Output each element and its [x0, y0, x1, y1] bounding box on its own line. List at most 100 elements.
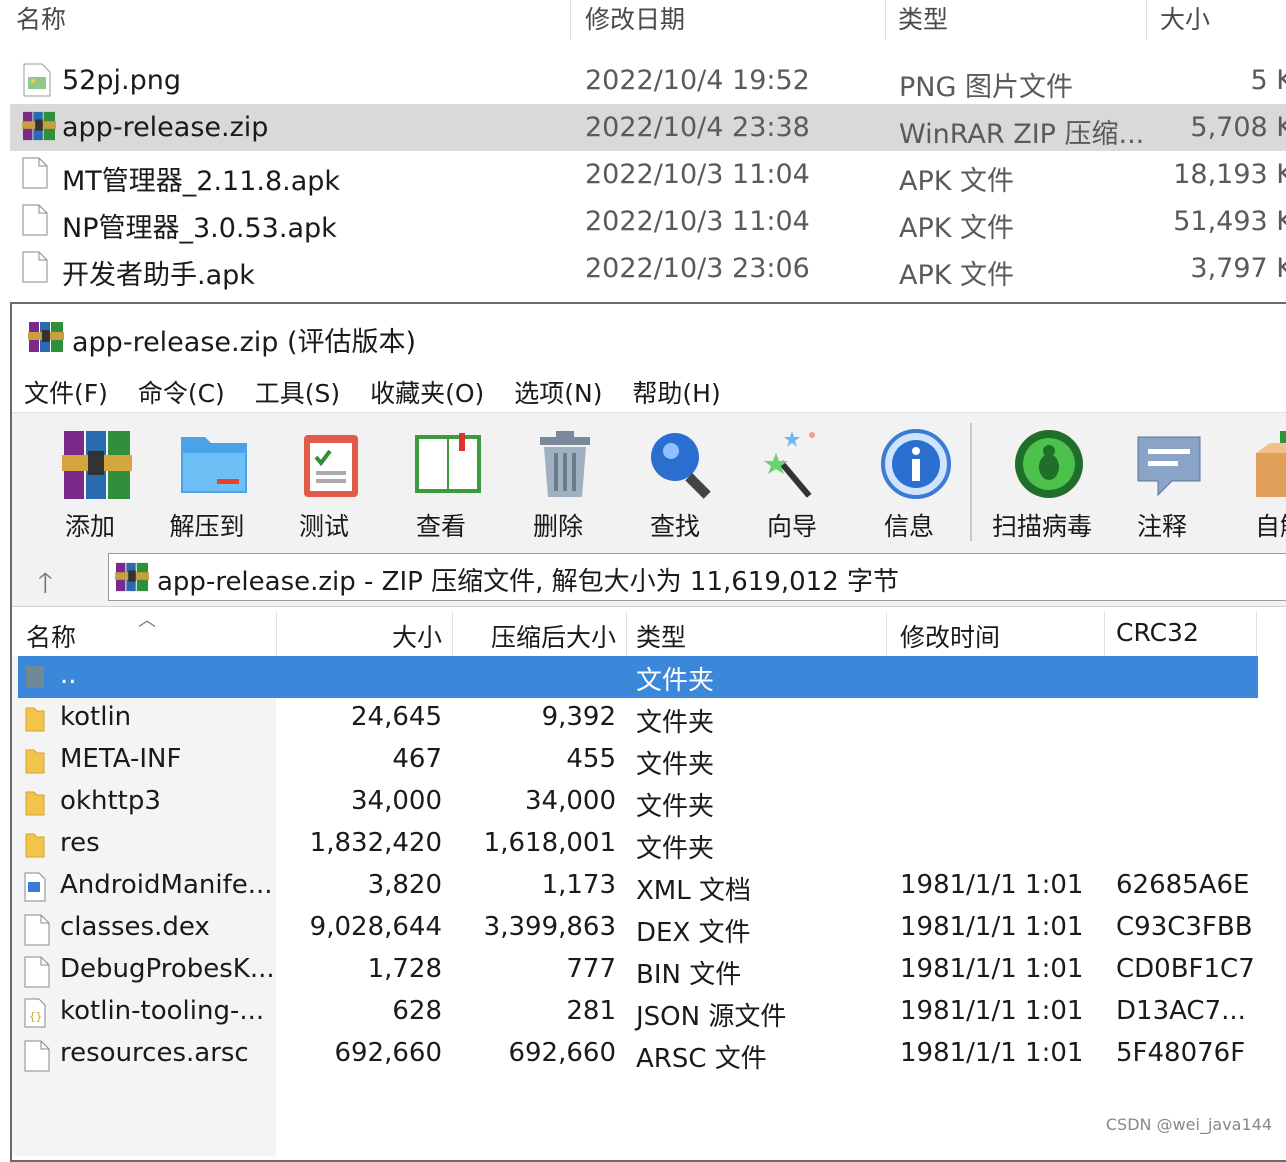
- explorer-size: 5,708 K: [1190, 112, 1286, 143]
- toolbar-label: 查看: [415, 512, 466, 541]
- explorer-type: PNG 图片文件: [899, 72, 1073, 103]
- toolbar-button-extract-folder[interactable]: 解压到: [151, 421, 263, 541]
- toolbar-label: 扫描病毒: [991, 512, 1092, 541]
- find-magnifier-icon: [645, 427, 719, 501]
- explorer-col-date[interactable]: 修改日期: [585, 0, 685, 36]
- comment-icon: [1132, 427, 1206, 501]
- archive-type: BIN 文件: [636, 960, 742, 990]
- toolbar-label: 信息: [883, 512, 934, 541]
- toolbar-label: 向导: [766, 512, 817, 541]
- col-name[interactable]: 名称: [26, 618, 76, 654]
- toolbar-button-info[interactable]: 信息: [853, 421, 965, 541]
- archive-row[interactable]: okhttp3 34,000 34,000 文件夹: [18, 782, 1258, 824]
- archive-row[interactable]: classes.dex 9,028,644 3,399,863 DEX 文件 1981/…: [18, 908, 1258, 950]
- menu-file[interactable]: 文件(F): [24, 379, 108, 408]
- explorer-name: 开发者助手.apk: [62, 260, 255, 291]
- view-book-icon: [411, 427, 485, 501]
- svg-text:{}: {}: [29, 1010, 42, 1023]
- window-title: app-release.zip (评估版本): [72, 327, 417, 358]
- archive-modified: 1981/1/1 1:01: [900, 1038, 1084, 1068]
- toolbar-button-virus-scan[interactable]: 扫描病毒: [986, 421, 1098, 541]
- archive-name: ..: [60, 660, 77, 690]
- folder-icon: [24, 704, 46, 734]
- archive-type: 文件夹: [636, 666, 715, 696]
- toolbar-button-view-book[interactable]: 查看: [385, 421, 497, 541]
- menu-tools[interactable]: 工具(S): [255, 379, 340, 408]
- archive-size: 24,645: [351, 702, 442, 732]
- archive-name: META-INF: [60, 744, 182, 774]
- file-list-header: 名称 ︿ 大小 压缩后大小 类型 修改时间 CRC32: [12, 608, 1286, 656]
- archive-row[interactable]: resources.arsc 692,660 692,660 ARSC 文件 1981/…: [18, 1034, 1258, 1076]
- address-text: app-release.zip - ZIP 压缩文件, 解包大小为 11,619…: [157, 567, 900, 597]
- explorer-date: 2022/10/3 11:04: [585, 159, 810, 190]
- archive-size: 467: [392, 744, 442, 774]
- toolbar-label: 解压到: [169, 512, 245, 541]
- parent-folder-icon: [24, 662, 46, 692]
- archive-row[interactable]: kotlin 24,645 9,392 文件夹: [18, 698, 1258, 740]
- explorer-header: 名称 修改日期 类型 大小: [0, 0, 1286, 42]
- file-icon: [22, 204, 52, 238]
- toolbar-divider: [970, 423, 972, 541]
- archive-type: 文件夹: [636, 834, 715, 864]
- toolbar-button-trash[interactable]: 删除: [502, 421, 614, 541]
- explorer-size: 3,797 K: [1190, 253, 1286, 284]
- explorer-row[interactable]: MT管理器_2.11.8.apk 2022/10/3 11:04 APK 文件 18,…: [10, 151, 1286, 198]
- explorer-row[interactable]: 52pj.png 2022/10/4 19:52 PNG 图片文件 5 K: [10, 57, 1286, 104]
- col-modified[interactable]: 修改时间: [900, 618, 1000, 654]
- archive-crc: CD0BF1C7: [1116, 954, 1255, 984]
- folder-icon: [24, 788, 46, 818]
- address-field[interactable]: app-release.zip - ZIP 压缩文件, 解包大小为 11,619…: [108, 553, 1286, 601]
- explorer-col-name[interactable]: 名称: [16, 0, 66, 36]
- explorer-date: 2022/10/3 11:04: [585, 206, 810, 237]
- add-archive-icon: [60, 427, 134, 501]
- menu-help[interactable]: 帮助(H): [632, 379, 720, 408]
- archive-packed: 34,000: [525, 786, 616, 816]
- toolbar-button-wizard-wand[interactable]: 向导: [736, 421, 848, 541]
- folder-icon: [24, 746, 46, 776]
- archive-packed: 1,618,001: [483, 828, 616, 858]
- sort-ascending-icon: ︿: [138, 610, 156, 631]
- toolbar-label: 添加: [64, 512, 115, 541]
- winrar-window: app-release.zip (评估版本) 文件(F) 命令(C) 工具(S)…: [10, 302, 1286, 1162]
- explorer-name: MT管理器_2.11.8.apk: [62, 166, 341, 197]
- archive-name: okhttp3: [60, 786, 161, 816]
- archive-name: resources.arsc: [60, 1038, 249, 1068]
- col-packed[interactable]: 压缩后大小: [456, 618, 616, 654]
- explorer-col-type[interactable]: 类型: [898, 0, 948, 36]
- archive-row[interactable]: DebugProbesK... 1,728 777 BIN 文件 1981/1/1 1:…: [18, 950, 1258, 992]
- archive-crc: C93C3FBB: [1116, 912, 1253, 942]
- up-arrow-icon[interactable]: 🡑: [38, 562, 53, 610]
- explorer-size: 5 K: [1250, 65, 1286, 96]
- toolbar-button-test-clipboard[interactable]: 测试: [268, 421, 380, 541]
- toolbar-button-add-archive[interactable]: 添加: [34, 421, 146, 541]
- col-size[interactable]: 大小: [282, 618, 442, 654]
- archive-row[interactable]: {} kotlin-tooling-... 628 281 JSON 源文件 1981/1…: [18, 992, 1258, 1034]
- explorer-col-size[interactable]: 大小: [1160, 0, 1210, 36]
- toolbar-button-sfx-box[interactable]: 自解: [1224, 421, 1286, 541]
- archive-row[interactable]: res 1,832,420 1,618,001 文件夹: [18, 824, 1258, 866]
- toolbar-button-comment[interactable]: 注释: [1106, 421, 1218, 541]
- archive-name: kotlin: [60, 702, 132, 732]
- winrar-archive-icon: [22, 110, 56, 144]
- virus-scan-icon: [1012, 427, 1086, 501]
- archive-packed: 1,173: [541, 870, 616, 900]
- archive-row[interactable]: AndroidManife... 3,820 1,173 XML 文档 1981/1/1…: [18, 866, 1258, 908]
- col-type[interactable]: 类型: [636, 618, 686, 654]
- explorer-row[interactable]: app-release.zip 2022/10/4 23:38 WinRAR ZIP…: [10, 104, 1286, 151]
- archive-modified: 1981/1/1 1:01: [900, 870, 1084, 900]
- explorer-type: APK 文件: [899, 166, 1015, 197]
- archive-row[interactable]: META-INF 467 455 文件夹: [18, 740, 1258, 782]
- toolbar-label: 删除: [532, 512, 583, 541]
- file-icon: [24, 1040, 50, 1072]
- archive-type: 文件夹: [636, 750, 715, 780]
- menu-commands[interactable]: 命令(C): [138, 379, 225, 408]
- toolbar-button-find-magnifier[interactable]: 查找: [619, 421, 731, 541]
- explorer-row[interactable]: NP管理器_3.0.53.apk 2022/10/3 11:04 APK 文件 51,…: [10, 198, 1286, 245]
- watermark: CSDN @wei_java144: [1105, 1115, 1272, 1134]
- menu-favorites[interactable]: 收藏夹(O): [370, 379, 484, 408]
- archive-row[interactable]: .. 文件夹: [18, 656, 1258, 698]
- explorer-row[interactable]: 开发者助手.apk 2022/10/3 23:06 APK 文件 3,797 K: [10, 245, 1286, 292]
- winrar-app-icon: [28, 322, 64, 352]
- menu-options[interactable]: 选项(N): [514, 379, 602, 408]
- col-crc32[interactable]: CRC32: [1116, 618, 1199, 647]
